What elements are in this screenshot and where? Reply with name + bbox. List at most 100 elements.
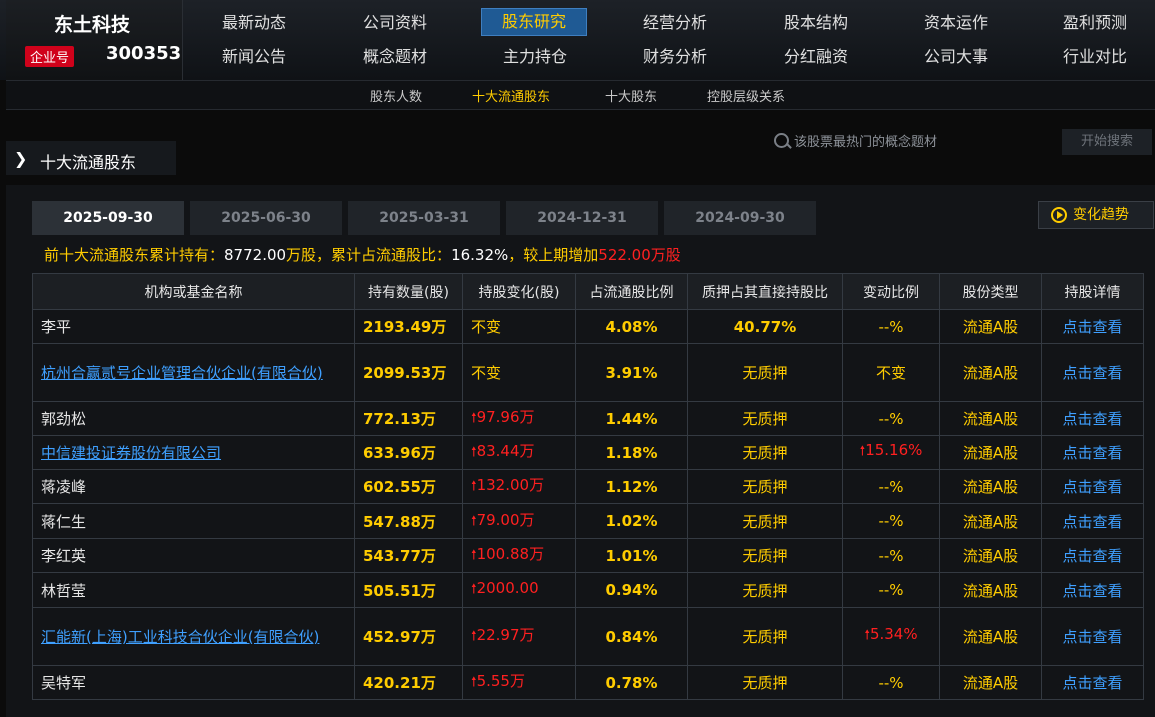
detail-cell: 点击查看	[1041, 607, 1144, 666]
variation-cell: --%	[842, 309, 940, 344]
float-ratio-cell: 1.02%	[575, 503, 688, 539]
detail-cell: 点击查看	[1041, 503, 1144, 539]
share-type-cell: 流通A股	[939, 401, 1042, 436]
variation-cell: 不变	[842, 343, 940, 402]
col-header-change[interactable]: 持股变化(股)	[462, 273, 576, 310]
nav-main-holdings[interactable]: 主力持仓	[503, 44, 567, 70]
table-row: 林哲莹 505.51万 🠕2000.00 0.94% 无质押 --% 流通A股 点击查看	[32, 572, 1144, 608]
change-cell: 🠕2000.00	[462, 572, 576, 608]
tab-2025-03-31[interactable]: 2025-03-31	[348, 201, 500, 235]
tab-2025-09-30[interactable]: 2025-09-30	[32, 201, 184, 235]
pledge-ratio-cell: 无质押	[687, 503, 843, 539]
nav-concept-themes[interactable]: 概念题材	[363, 44, 427, 70]
table-header-row: 机构或基金名称 持有数量(股) 持股变化(股) 占流通股比例 质押占其直接持股比…	[32, 273, 1144, 310]
view-detail-link[interactable]: 点击查看	[1062, 444, 1122, 462]
trend-button[interactable]: 变化趋势	[1038, 201, 1154, 229]
subnav-control-hierarchy[interactable]: 控股层级关系	[707, 86, 785, 105]
nav-company-info[interactable]: 公司资料	[363, 10, 427, 36]
concept-search-bar: 开始搜索	[760, 127, 1155, 157]
change-value: 5.55万	[476, 672, 525, 690]
top10-float-holders-table: 机构或基金名称 持有数量(股) 持股变化(股) 占流通股比例 质押占其直接持股比…	[32, 273, 1144, 700]
pledge-ratio-cell: 无质押	[687, 665, 843, 700]
holdings-summary: 前十大流通股东累计持有：8772.00万股，累计占流通股比：16.32%，较上期…	[44, 244, 681, 265]
nav-share-structure[interactable]: 股本结构	[784, 10, 848, 36]
quantity-cell: 505.51万	[354, 572, 463, 608]
share-type-cell: 流通A股	[939, 309, 1042, 344]
detail-cell: 点击查看	[1041, 435, 1144, 470]
holder-name-link[interactable]: 杭州合赢贰号企业管理合伙企业(有限合伙)	[41, 364, 323, 382]
view-detail-link[interactable]: 点击查看	[1062, 628, 1122, 646]
detail-cell: 点击查看	[1041, 469, 1144, 504]
change-cell: 🠕79.00万	[462, 503, 576, 539]
enterprise-badge[interactable]: 企业号	[25, 46, 75, 67]
pledge-ratio-cell: 无质押	[687, 572, 843, 608]
sub-navigation: 股东人数 十大流通股东 十大股东 控股层级关系	[6, 80, 1155, 110]
variation-cell: --%	[842, 665, 940, 700]
nav-shareholder-research[interactable]: 股东研究	[481, 8, 588, 36]
float-ratio-cell: 1.12%	[575, 469, 688, 504]
variation-cell: --%	[842, 401, 940, 436]
summary-mid: ，较上期增加	[508, 246, 599, 264]
float-ratio-cell: 1.18%	[575, 435, 688, 470]
holder-name-cell: 吴特军	[32, 665, 355, 700]
view-detail-link[interactable]: 点击查看	[1062, 582, 1122, 600]
stock-code: 300353	[106, 43, 182, 64]
nav-earnings-forecast[interactable]: 盈利预测	[1063, 10, 1127, 36]
subnav-top10-holders[interactable]: 十大股东	[605, 86, 657, 105]
col-header-quantity[interactable]: 持有数量(股)	[354, 273, 463, 310]
view-detail-link[interactable]: 点击查看	[1062, 513, 1122, 531]
tab-2025-06-30[interactable]: 2025-06-30	[190, 201, 342, 235]
view-detail-link[interactable]: 点击查看	[1062, 318, 1122, 336]
share-type-cell: 流通A股	[939, 572, 1042, 608]
nav-latest-news[interactable]: 最新动态	[222, 10, 286, 36]
change-cell: 不变	[462, 343, 576, 402]
holder-name-cell: 中信建投证券股份有限公司	[32, 435, 355, 470]
holder-name-cell: 汇能新(上海)工业科技合伙企业(有限合伙)	[32, 607, 355, 666]
change-value: 2000.00	[476, 578, 539, 597]
tab-2024-09-30[interactable]: 2024-09-30	[664, 201, 816, 235]
pledge-ratio-cell: 无质押	[687, 343, 843, 402]
holder-name-cell: 杭州合赢贰号企业管理合伙企业(有限合伙)	[32, 343, 355, 402]
col-header-float-ratio[interactable]: 占流通股比例	[575, 273, 688, 310]
table-row: 杭州合赢贰号企业管理合伙企业(有限合伙) 2099.53万 不变 3.91% 无质押 不变…	[32, 343, 1144, 402]
col-header-variation[interactable]: 变动比例	[842, 273, 940, 310]
col-header-name[interactable]: 机构或基金名称	[32, 273, 355, 310]
share-type-cell: 流通A股	[939, 343, 1042, 402]
view-detail-link[interactable]: 点击查看	[1062, 410, 1122, 428]
change-value: 132.00万	[476, 476, 545, 494]
holder-name-link[interactable]: 中信建投证券股份有限公司	[41, 444, 221, 462]
variation-cell: --%	[842, 572, 940, 608]
nav-announcements[interactable]: 新闻公告	[222, 44, 286, 70]
nav-industry-comparison[interactable]: 行业对比	[1063, 44, 1127, 70]
tab-2024-12-31[interactable]: 2024-12-31	[506, 201, 658, 235]
nav-financial-analysis[interactable]: 财务分析	[643, 44, 707, 70]
holder-name-cell: 林哲莹	[32, 572, 355, 608]
change-cell: 🠕22.97万	[462, 607, 576, 666]
quantity-cell: 602.55万	[354, 469, 463, 504]
nav-operation-analysis[interactable]: 经营分析	[643, 10, 707, 36]
view-detail-link[interactable]: 点击查看	[1062, 547, 1122, 565]
change-value: 97.96万	[476, 408, 535, 426]
float-ratio-cell: 0.78%	[575, 665, 688, 700]
holder-name-link[interactable]: 汇能新(上海)工业科技合伙企业(有限合伙)	[41, 628, 319, 646]
share-type-cell: 流通A股	[939, 503, 1042, 539]
view-detail-link[interactable]: 点击查看	[1062, 364, 1122, 382]
view-detail-link[interactable]: 点击查看	[1062, 478, 1122, 496]
subnav-shareholder-count[interactable]: 股东人数	[370, 86, 422, 105]
quantity-cell: 547.88万	[354, 503, 463, 539]
nav-company-events[interactable]: 公司大事	[924, 44, 988, 70]
quantity-cell: 452.97万	[354, 607, 463, 666]
nav-capital-operation[interactable]: 资本运作	[924, 10, 988, 36]
search-button[interactable]: 开始搜索	[1062, 129, 1152, 155]
col-header-share-type[interactable]: 股份类型	[939, 273, 1042, 310]
col-header-pledge-ratio[interactable]: 质押占其直接持股比	[687, 273, 843, 310]
section-header: ❯ 十大流通股东	[6, 141, 176, 175]
view-detail-link[interactable]: 点击查看	[1062, 674, 1122, 692]
search-input[interactable]	[792, 129, 1056, 155]
table-row: 李红英 543.77万 🠕100.88万 1.01% 无质押 --% 流通A股 点击查看	[32, 538, 1144, 573]
nav-dividend-financing[interactable]: 分红融资	[784, 44, 848, 70]
detail-cell: 点击查看	[1041, 665, 1144, 700]
float-ratio-cell: 4.08%	[575, 309, 688, 344]
top-navigation-bar: 东土科技 企业号 300353 最新动态 公司资料 股东研究 经营分析 股本结构…	[0, 0, 1155, 80]
subnav-top10-float-holders[interactable]: 十大流通股东	[472, 86, 550, 105]
